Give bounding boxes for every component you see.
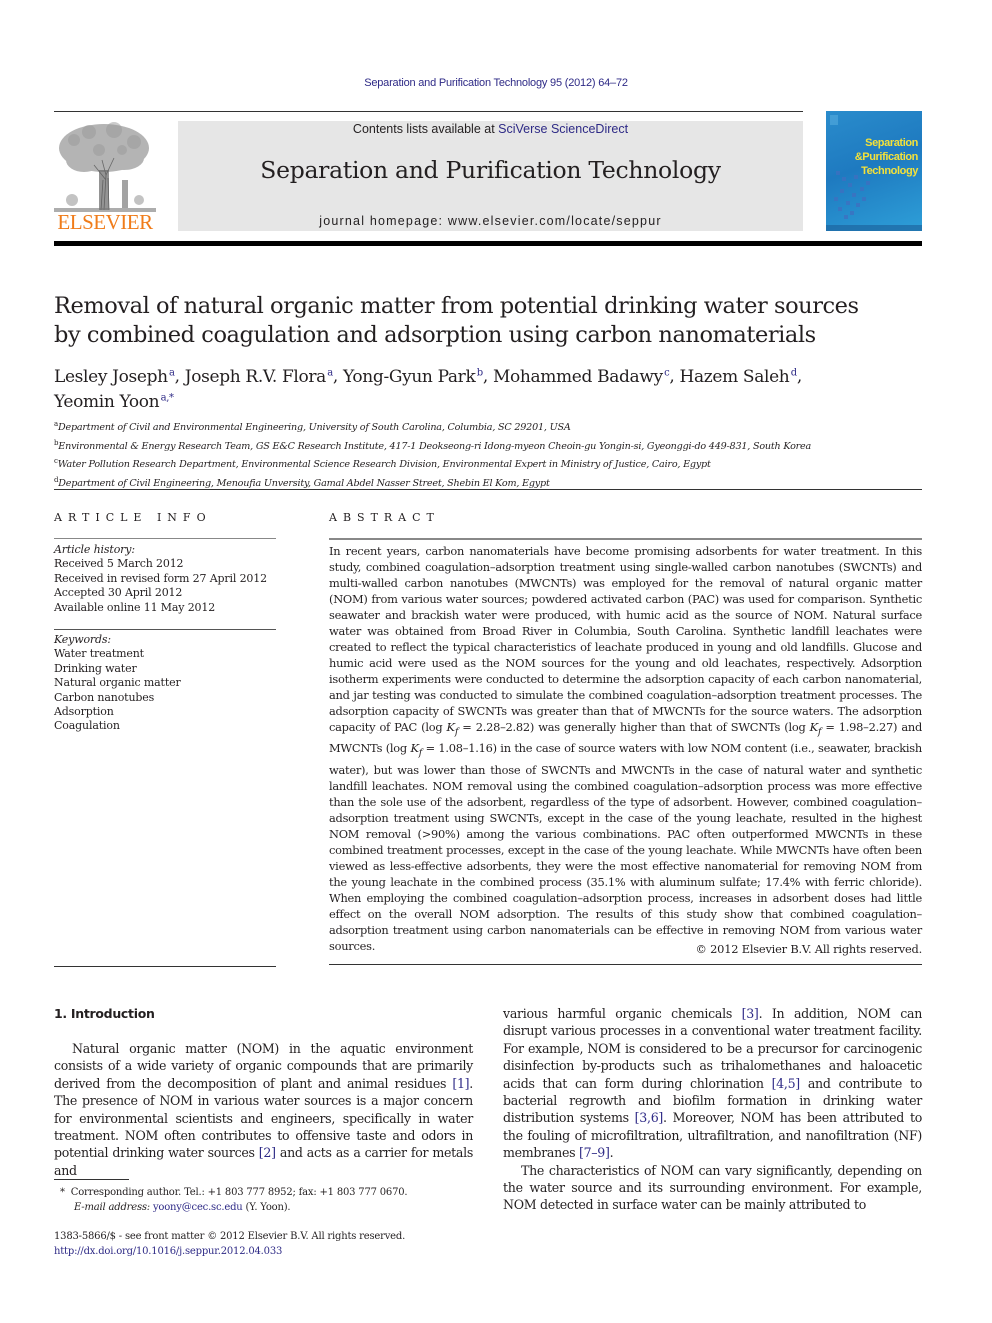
author[interactable]: Hazem Saleh d: [680, 367, 798, 387]
history-item: Available online 11 May 2012: [54, 600, 216, 614]
citation-link[interactable]: [3,6]: [635, 1110, 664, 1125]
journal-homepage[interactable]: journal homepage: www.elsevier.com/locat…: [178, 214, 803, 228]
footnote-rule: [54, 1179, 129, 1180]
keyword: Natural organic matter: [54, 676, 181, 690]
body-column-left: Natural organic matter (NOM) in the aqua…: [54, 1040, 473, 1179]
paragraph: The characteristics of NOM can vary sign…: [503, 1162, 922, 1213]
history-item: Received in revised form 27 April 2012: [54, 571, 267, 585]
elsevier-wordmark: ELSEVIER: [57, 210, 153, 234]
body-column-right: various harmful organic chemicals [3]. I…: [503, 1005, 922, 1214]
keyword: Carbon nanotubes: [54, 690, 155, 704]
affiliations: aDepartment of Civil and Environmental E…: [54, 417, 934, 491]
abstract-body: In recent years, carbon nanomaterials ha…: [329, 544, 922, 953]
keyword: Coagulation: [54, 719, 120, 733]
affiliation: bEnvironmental & Energy Research Team, G…: [54, 438, 812, 452]
keyword: Adsorption: [54, 705, 114, 719]
citation-link[interactable]: [4,5]: [772, 1076, 801, 1091]
contents-availability: Contents lists available at SciVerse Sci…: [178, 122, 803, 136]
keyword: Water treatment: [54, 647, 144, 661]
citation-link[interactable]: [1]: [452, 1076, 469, 1091]
corresponding-author-footnote: * Corresponding author. Tel.: +1 803 777…: [60, 1187, 408, 1213]
author[interactable]: Joseph R.V. Flora a: [185, 367, 333, 387]
affiliation: cWater Pollution Research Department, En…: [54, 457, 711, 471]
history-item: Accepted 30 April 2012: [54, 586, 183, 600]
divider: [54, 489, 922, 490]
doi-link[interactable]: http://dx.doi.org/10.1016/j.seppur.2012.…: [54, 1245, 494, 1260]
divider: [329, 538, 922, 540]
author-list: Lesley Joseph a, Joseph R.V. Flora a, Yo…: [54, 366, 802, 413]
article-info-heading: ARTICLE INFO: [54, 511, 212, 524]
header-thick-rule: [54, 241, 922, 246]
asterisk-marker: *: [60, 1187, 65, 1198]
author[interactable]: Yong-Gyun Park b: [343, 367, 483, 387]
author[interactable]: Lesley Joseph a: [54, 367, 175, 387]
abstract-heading: ABSTRACT: [329, 511, 440, 524]
issn-line: 1383-5866/$ - see front matter © 2012 El…: [54, 1231, 406, 1242]
front-matter: 1383-5866/$ - see front matter © 2012 El…: [54, 1230, 494, 1259]
paragraph: various harmful organic chemicals [3]. I…: [503, 1006, 922, 1161]
keywords-label: Keywords:: [54, 633, 111, 646]
journal-cover-image: Separation &Purification Technology: [826, 111, 922, 231]
journal-reference-link[interactable]: Separation and Purification Technology 9…: [0, 77, 992, 89]
header-top-rule: [54, 111, 803, 112]
divider: [54, 966, 276, 967]
divider: [54, 538, 276, 539]
contents-prefix: Contents lists available at: [352, 122, 499, 136]
divider: [329, 964, 922, 965]
author[interactable]: Mohammed Badawy c: [493, 367, 670, 387]
journal-title: Separation and Purification Technology: [260, 156, 721, 184]
history-item: Received 5 March 2012: [54, 557, 184, 571]
article-history: Article history: Received 5 March 2012 R…: [54, 543, 276, 615]
citation-link[interactable]: [7–9]: [579, 1145, 610, 1160]
citation-link[interactable]: [2]: [259, 1145, 276, 1160]
history-label: Article history:: [54, 543, 135, 556]
email-link[interactable]: yoony@cec.sc.edu: [153, 1202, 243, 1213]
section-heading-introduction: 1. Introduction: [54, 1006, 155, 1021]
citation-link[interactable]: [3]: [742, 1006, 759, 1021]
copyright-notice: © 2012 Elsevier B.V. All rights reserved…: [695, 942, 922, 956]
sciencedirect-link[interactable]: SciVerse ScienceDirect: [498, 122, 628, 136]
affiliation: aDepartment of Civil and Environmental E…: [54, 420, 571, 434]
paragraph: Natural organic matter (NOM) in the aqua…: [54, 1041, 473, 1178]
author-corresponding[interactable]: Yeomin Yoon a,*: [54, 392, 174, 412]
article-title: Removal of natural organic matter from p…: [54, 293, 859, 348]
cover-title: Separation &Purification Technology: [854, 137, 919, 177]
divider: [54, 629, 276, 630]
keywords: Keywords: Water treatment Drinking water…: [54, 633, 276, 734]
keyword: Drinking water: [54, 661, 137, 675]
